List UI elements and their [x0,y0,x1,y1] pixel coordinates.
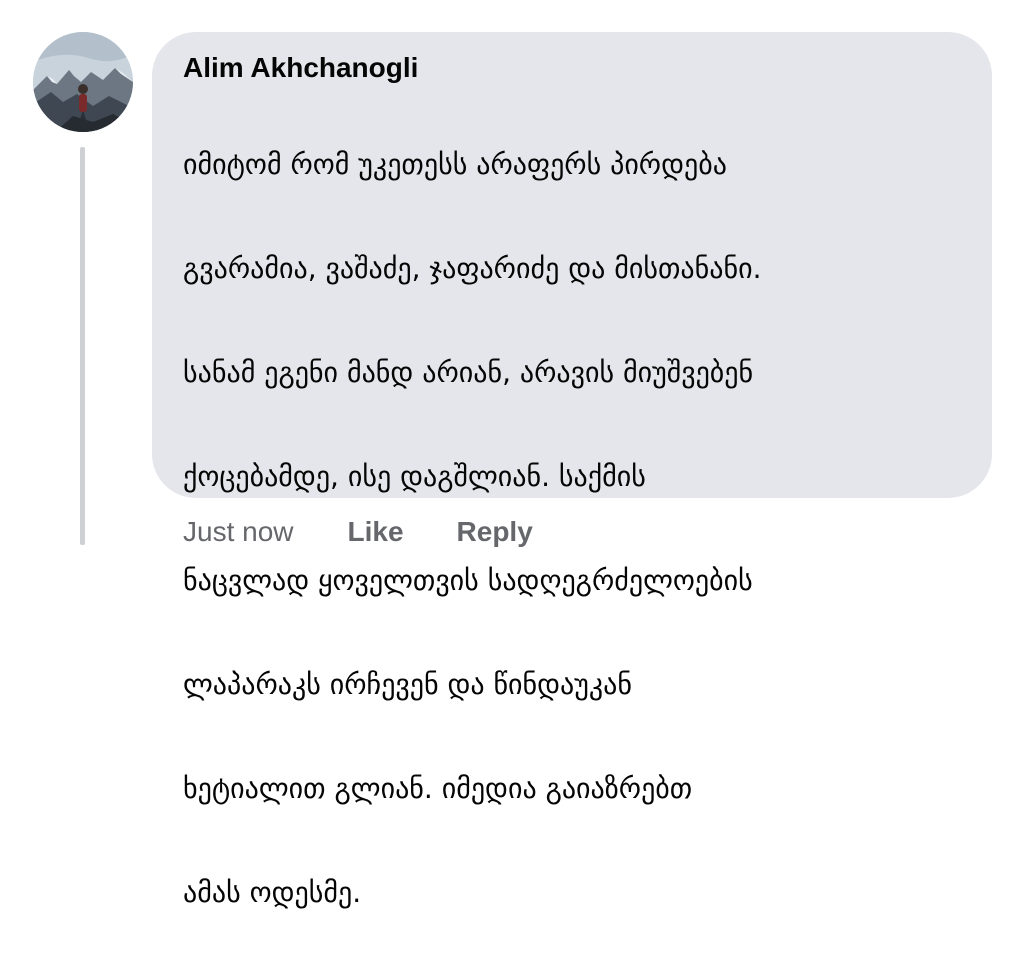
comment-line: ქოცებამდე, ისე დაგშლიან. საქმის [183,460,646,493]
avatar[interactable] [33,32,133,132]
comment-timestamp[interactable]: Just now [183,516,294,548]
comment-author[interactable]: Alim Akhchanogli [183,50,962,86]
comment-line: ნაცვლად ყოველთვის სადღეგრძელოების [183,564,753,597]
comment-line: ლაპარაკს ირჩევენ და წინდაუკან [183,668,633,701]
comment-line: ხეტიალით გლიან. იმედია გაიაზრებთ [183,772,693,805]
comment-bubble: Alim Akhchanogli იმიტომ რომ უკეთესს არაფ… [152,32,992,909]
reply-button[interactable]: Reply [457,516,533,548]
comment-line: გვარამია, ვაშაძე, ჯაფარიძე და მისთანანი. [183,252,762,285]
profile-photo-mountain-icon [33,32,133,132]
comment-line: ამას ოდესმე. [183,876,362,909]
comment-line: იმიტომ რომ უკეთესს არაფერს პირდება [183,148,727,181]
like-button[interactable]: Like [348,516,404,548]
thread-line [80,147,85,545]
comment-actions: Just now Like Reply [183,512,533,552]
comment-line: სანამ ეგენი მანდ არიან, არავის მიუშვებენ [183,356,754,389]
